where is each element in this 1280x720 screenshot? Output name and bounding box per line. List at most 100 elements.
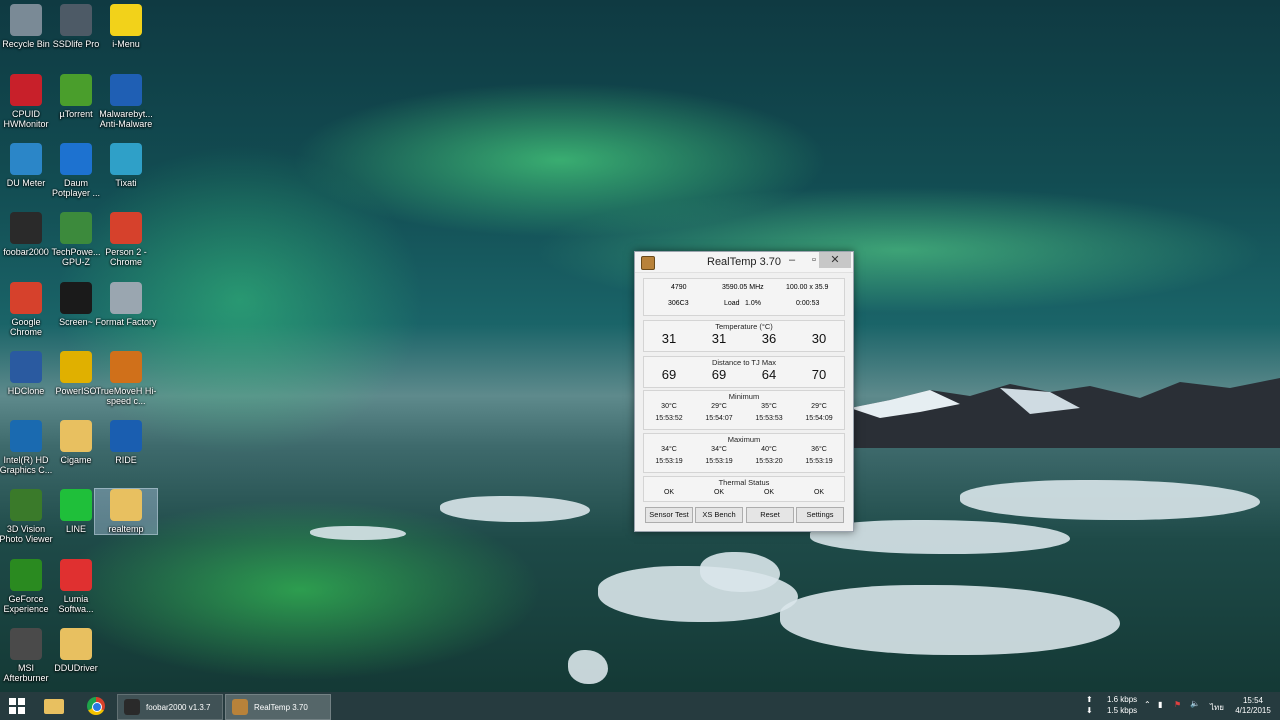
desktop-icon[interactable]: DDUDriver bbox=[45, 628, 107, 673]
minimum-label: Minimum bbox=[728, 392, 760, 401]
reset-button[interactable]: Reset bbox=[746, 507, 794, 523]
clock-date: 4/12/2015 bbox=[1235, 706, 1271, 715]
cpu-info-group: 4790 3590.05 MHz 100.00 x 35.9 306C3 Loa… bbox=[643, 278, 845, 316]
cpuid: 306C3 bbox=[668, 300, 689, 307]
ssd-icon bbox=[60, 4, 92, 36]
max-time: 15:53:19 bbox=[805, 458, 833, 465]
hwmonitor-icon bbox=[10, 74, 42, 106]
show-hidden-icons-button[interactable]: ⌃ bbox=[1144, 700, 1151, 709]
thermal-status: OK bbox=[813, 489, 825, 496]
core-temp: 30 bbox=[811, 331, 827, 346]
ice-floe bbox=[700, 552, 780, 592]
ice-floe bbox=[440, 496, 590, 522]
load-label: Load bbox=[724, 300, 740, 307]
desktop-icon-label: RIDE bbox=[115, 455, 137, 465]
afterburner-icon bbox=[10, 628, 42, 660]
network-icon[interactable]: ▮ bbox=[1158, 700, 1162, 709]
desktop-icon[interactable]: TrueMoveH Hi-speed c... bbox=[95, 351, 157, 406]
maximum-group: Maximum 34°C 34°C 40°C 36°C 15:53:19 15:… bbox=[643, 433, 845, 473]
max-temp: 36°C bbox=[811, 446, 827, 453]
format-factory-icon bbox=[110, 282, 142, 314]
download-arrow-icon: ⬇ bbox=[1086, 706, 1093, 715]
desktop-icon[interactable]: Tixati bbox=[95, 143, 157, 188]
start-button[interactable] bbox=[0, 692, 34, 720]
min-temp: 35°C bbox=[761, 403, 777, 410]
temperature-label: Temperature (°C) bbox=[715, 322, 773, 331]
desktop-icon[interactable]: Person 2 - Chrome bbox=[95, 212, 157, 267]
chrome-taskbar-icon[interactable] bbox=[82, 692, 110, 720]
ice-floe bbox=[310, 526, 406, 540]
thermal-status: OK bbox=[663, 489, 675, 496]
hdclone-icon bbox=[10, 351, 42, 383]
minimum-times-row: 15:53:52 15:54:07 15:53:53 15:54:09 bbox=[644, 415, 844, 422]
realtemp-window[interactable]: RealTemp 3.70 – ▫ ✕ 4790 3590.05 MHz 100… bbox=[634, 251, 854, 532]
intel-icon bbox=[10, 420, 42, 452]
minimum-temps-row: 30°C 29°C 35°C 29°C bbox=[644, 403, 844, 410]
settings-button[interactable]: Settings bbox=[796, 507, 844, 523]
desktop-icon[interactable]: RIDE bbox=[95, 420, 157, 465]
upload-arrow-icon: ⬆ bbox=[1086, 695, 1093, 704]
flag-icon[interactable]: ⚑ bbox=[1174, 700, 1181, 709]
clock[interactable]: 15:54 4/12/2015 bbox=[1232, 696, 1274, 716]
thermal-status-row: OK OK OK OK bbox=[644, 489, 844, 496]
core-temp: 31 bbox=[661, 331, 677, 346]
core-distance: 69 bbox=[661, 367, 677, 382]
distance-row: 69 69 64 70 bbox=[644, 367, 844, 382]
max-time: 15:53:19 bbox=[705, 458, 733, 465]
max-temp: 34°C bbox=[711, 446, 727, 453]
max-temp: 34°C bbox=[661, 446, 677, 453]
title-bar[interactable]: RealTemp 3.70 – ▫ ✕ bbox=[635, 252, 853, 273]
xs-bench-button[interactable]: XS Bench bbox=[695, 507, 743, 523]
min-temp: 29°C bbox=[811, 403, 827, 410]
thermal-status-label: Thermal Status bbox=[718, 478, 770, 487]
maximum-temps-row: 34°C 34°C 40°C 36°C bbox=[644, 446, 844, 453]
maximum-label: Maximum bbox=[727, 435, 761, 444]
max-time: 15:53:20 bbox=[755, 458, 783, 465]
desktop-icon[interactable]: Format Factory bbox=[95, 282, 157, 327]
uptime: 0:00:53 bbox=[796, 300, 820, 307]
desktop-icon[interactable]: i-Menu bbox=[95, 4, 157, 49]
desktop-icon-label: Format Factory bbox=[95, 317, 157, 327]
cpu-model: 4790 bbox=[671, 284, 687, 291]
close-button[interactable]: ✕ bbox=[819, 252, 851, 268]
windows-logo-icon bbox=[9, 698, 25, 714]
chrome-icon bbox=[110, 212, 142, 244]
sensor-test-button[interactable]: Sensor Test bbox=[645, 507, 693, 523]
download-speed: 1.5 kbps bbox=[1106, 706, 1138, 715]
folder-icon bbox=[60, 420, 92, 452]
maximum-times-row: 15:53:19 15:53:19 15:53:20 15:53:19 bbox=[644, 458, 844, 465]
desktop-icon[interactable]: realtemp bbox=[94, 488, 158, 535]
3d-vision-icon bbox=[10, 489, 42, 521]
min-time: 15:54:07 bbox=[705, 415, 733, 422]
taskbar-item-realtemp[interactable]: RealTemp 3.70 bbox=[225, 694, 331, 720]
language-indicator[interactable]: ไทย bbox=[1210, 701, 1224, 714]
cpu-frequency: 3590.05 MHz bbox=[722, 284, 764, 291]
volume-icon[interactable]: 🔈 bbox=[1190, 699, 1200, 708]
min-time: 15:54:09 bbox=[805, 415, 833, 422]
desktop-icon-label: Lumia Softwa... bbox=[58, 594, 94, 614]
taskbar-item-foobar2000[interactable]: foobar2000 v1.3.7 bbox=[117, 694, 223, 720]
file-explorer-taskbar-icon[interactable] bbox=[40, 692, 68, 720]
ice-floe bbox=[780, 585, 1120, 655]
smiley-icon bbox=[110, 4, 142, 36]
distance-group: Distance to TJ Max 69 69 64 70 bbox=[643, 356, 845, 388]
ride-icon bbox=[110, 420, 142, 452]
malwarebytes-icon bbox=[110, 74, 142, 106]
desktop-icon[interactable]: Lumia Softwa... bbox=[45, 559, 107, 614]
gpuz-icon bbox=[60, 212, 92, 244]
desktop-icon[interactable]: Malwarebyt... Anti-Malware bbox=[95, 74, 157, 129]
network-meter[interactable]: ⬆ 1.6 kbps ⬇ 1.5 kbps bbox=[1086, 694, 1137, 716]
recycle-bin-icon bbox=[10, 4, 42, 36]
distance-label: Distance to TJ Max bbox=[711, 358, 777, 367]
core-temp: 36 bbox=[761, 331, 777, 346]
foobar-icon bbox=[10, 212, 42, 244]
minimum-group: Minimum 30°C 29°C 35°C 29°C 15:53:52 15:… bbox=[643, 390, 845, 430]
thermal-status-group: Thermal Status OK OK OK OK bbox=[643, 476, 845, 502]
lumia-icon bbox=[60, 559, 92, 591]
tixati-icon bbox=[110, 143, 142, 175]
temperature-row: 31 31 36 30 bbox=[644, 331, 844, 346]
desktop-icon-label: DDUDriver bbox=[54, 663, 98, 673]
folder-icon bbox=[60, 628, 92, 660]
max-time: 15:53:19 bbox=[655, 458, 683, 465]
load-value: 1.0% bbox=[745, 300, 761, 307]
